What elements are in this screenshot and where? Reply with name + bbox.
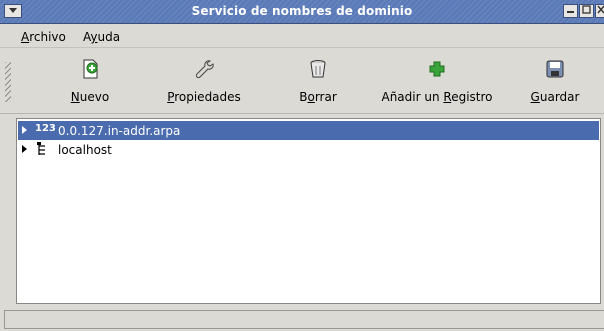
minimize-button[interactable] (563, 4, 578, 18)
window-title: Servicio de nombres de dominio (191, 4, 413, 18)
toolbar-grip[interactable] (5, 62, 11, 102)
title-bar[interactable]: Servicio de nombres de dominio (0, 0, 604, 24)
close-button[interactable] (595, 4, 604, 18)
maximize-icon (582, 5, 591, 14)
minimize-icon (567, 11, 574, 13)
tree-row[interactable]: localhost (18, 140, 599, 159)
save-button-label: Guardar (530, 90, 580, 104)
close-icon (597, 5, 604, 14)
properties-button[interactable]: Propiedades (160, 50, 248, 112)
status-bar (4, 310, 604, 329)
properties-button-label: Propiedades (167, 90, 241, 104)
delete-button[interactable]: Borrar (288, 50, 348, 112)
zone-name: 0.0.127.in-addr.arpa (58, 124, 181, 138)
tree-row[interactable]: 123 0.0.127.in-addr.arpa (18, 121, 599, 140)
menu-ayuda-rest: uda (97, 30, 121, 44)
reverse-zone-123-icon: 123 (35, 123, 56, 134)
expander-arrow-icon[interactable] (22, 126, 27, 134)
menu-archivo[interactable]: Archivo (21, 30, 66, 44)
new-button-label: Nuevo (70, 90, 110, 104)
zone-name: localhost (58, 143, 112, 157)
add-record-button-label: Añadir un Registro (381, 90, 493, 104)
delete-button-label: Borrar (299, 90, 337, 104)
menu-ayuda-mnemonic: y (90, 30, 98, 44)
expander-arrow-icon[interactable] (22, 145, 27, 153)
wrench-icon (195, 60, 214, 79)
menu-archivo-mnemonic: A (21, 30, 30, 44)
menu-bar: Archivo Ayuda (0, 26, 604, 48)
maximize-button[interactable] (579, 4, 594, 18)
new-document-icon (83, 59, 98, 79)
trash-icon (310, 60, 326, 78)
floppy-disk-icon (546, 60, 564, 78)
tree-zone-icon (37, 142, 45, 155)
add-record-button[interactable]: Añadir un Registro (380, 50, 494, 112)
menu-archivo-rest: rchivo (29, 30, 66, 44)
new-button[interactable]: Nuevo (54, 50, 126, 112)
menu-ayuda[interactable]: Ayuda (83, 30, 120, 44)
plus-icon (429, 61, 445, 77)
zone-tree[interactable]: 123 0.0.127.in-addr.arpa localhost (16, 118, 601, 304)
toolbar: Nuevo Propiedades Borrar Añadir un Regis… (0, 50, 604, 114)
save-button[interactable]: Guardar (525, 50, 585, 112)
